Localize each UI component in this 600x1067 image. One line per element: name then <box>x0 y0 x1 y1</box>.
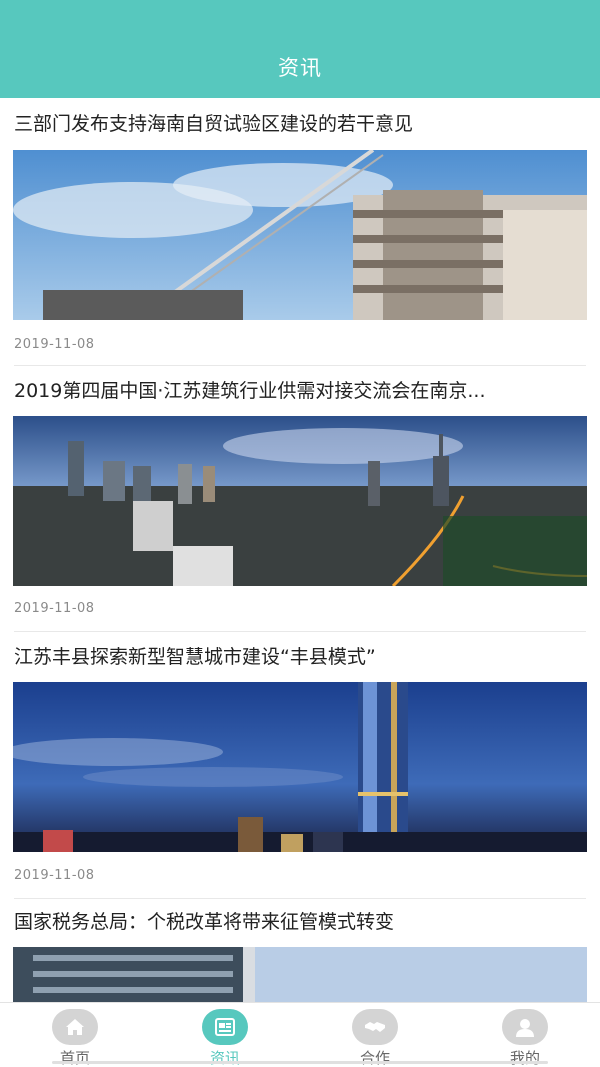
tab-label: 我的 <box>509 1049 540 1067</box>
news-thumbnail[interactable] <box>13 150 587 320</box>
bottom-tab-bar: 首页 资讯 合作 我的 <box>0 1002 600 1067</box>
tab-profile[interactable]: 我的 <box>450 1003 600 1067</box>
news-item[interactable]: 2019第四届中国·江苏建筑行业供需对接交流会在南京... 2019-11-08 <box>0 366 600 632</box>
news-title[interactable]: 江苏丰县探索新型智慧城市建设“丰县模式” <box>14 644 584 670</box>
top-header: 资讯 <box>0 0 600 98</box>
user-icon[interactable] <box>502 1009 548 1045</box>
news-item[interactable]: 江苏丰县探索新型智慧城市建设“丰县模式” 2019-11-08 <box>0 632 600 899</box>
news-title[interactable]: 三部门发布支持海南自贸试验区建设的若干意见 <box>14 111 584 137</box>
news-thumbnail[interactable] <box>13 947 587 1002</box>
news-title[interactable]: 2019第四届中国·江苏建筑行业供需对接交流会在南京... <box>14 378 584 404</box>
news-title[interactable]: 国家税务总局：个税改革将带来征管模式转变 <box>14 909 584 935</box>
tab-news[interactable]: 资讯 <box>150 1003 300 1067</box>
tab-label: 资讯 <box>209 1049 240 1067</box>
handshake-icon[interactable] <box>352 1009 398 1045</box>
home-indicator <box>52 1061 548 1064</box>
news-feed[interactable]: 三部门发布支持海南自贸试验区建设的若干意见 2019-11-08 2019第四届… <box>0 98 600 1002</box>
page-title: 资讯 <box>278 56 322 80</box>
home-icon[interactable] <box>52 1009 98 1045</box>
news-item[interactable]: 国家税务总局：个税改革将带来征管模式转变 <box>0 899 600 1002</box>
news-thumbnail[interactable] <box>13 682 587 852</box>
news-icon[interactable] <box>202 1009 248 1045</box>
news-date: 2019-11-08 <box>14 601 95 616</box>
news-thumbnail[interactable] <box>13 416 587 586</box>
tab-label: 合作 <box>359 1049 390 1067</box>
news-date: 2019-11-08 <box>14 868 95 883</box>
tab-label: 首页 <box>59 1049 90 1067</box>
news-item[interactable]: 三部门发布支持海南自贸试验区建设的若干意见 2019-11-08 <box>0 98 600 366</box>
tab-home[interactable]: 首页 <box>0 1003 150 1067</box>
tab-cooperation[interactable]: 合作 <box>300 1003 450 1067</box>
app-screen: 资讯 三部门发布支持海南自贸试验区建设的若干意见 2019-11-08 2019… <box>0 0 600 1067</box>
news-date: 2019-11-08 <box>14 337 95 352</box>
